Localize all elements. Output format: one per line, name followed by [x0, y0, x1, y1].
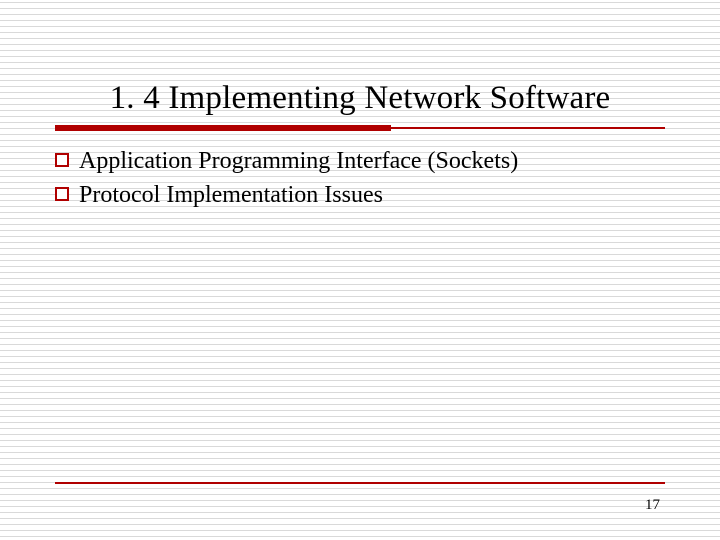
bullet-text: Application Programming Interface (Socke… [79, 145, 665, 177]
list-item: Protocol Implementation Issues [55, 179, 665, 211]
checkbox-icon [55, 187, 69, 201]
slide-title: 1. 4 Implementing Network Software [55, 80, 665, 117]
bullet-text: Protocol Implementation Issues [79, 179, 665, 211]
footer-underline [55, 482, 665, 484]
checkbox-icon [55, 153, 69, 167]
list-item: Application Programming Interface (Socke… [55, 145, 665, 177]
title-underline [55, 125, 665, 131]
page-number: 17 [645, 497, 660, 514]
bullet-list: Application Programming Interface (Socke… [55, 145, 665, 212]
slide: 1. 4 Implementing Network Software Appli… [0, 0, 720, 540]
